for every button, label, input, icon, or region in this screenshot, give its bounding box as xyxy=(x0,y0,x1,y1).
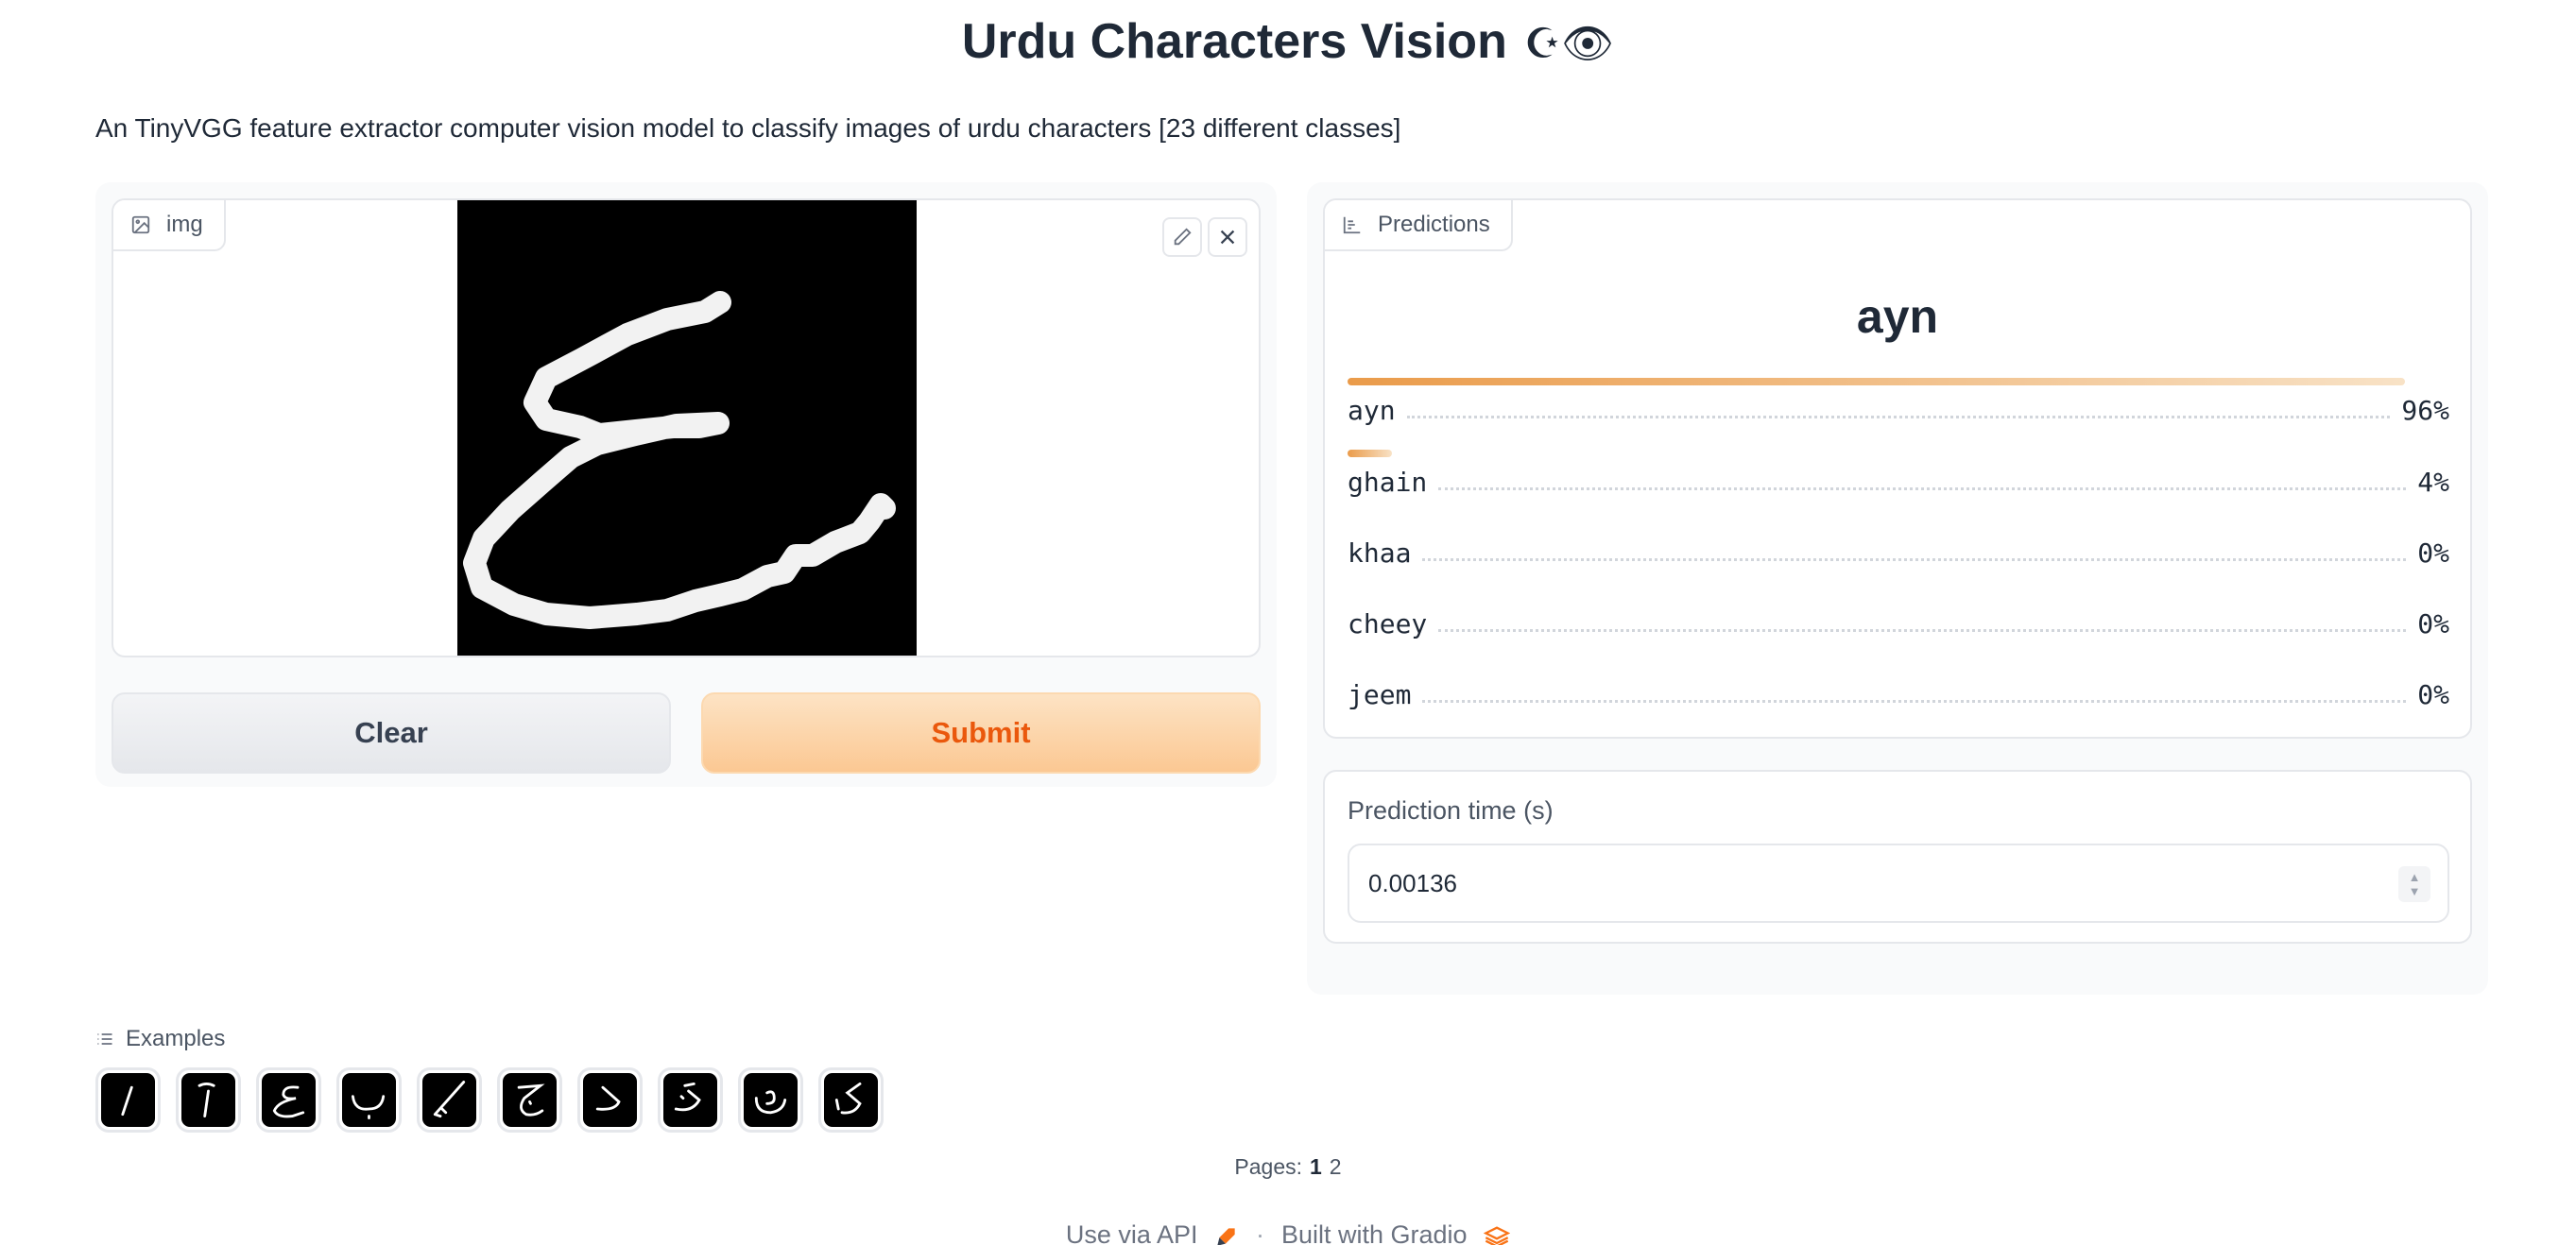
page-title: Urdu Characters Vision ☪👁 xyxy=(0,13,2576,70)
confidence-item: khaa 0% xyxy=(1348,520,2449,569)
confidence-value: 4% xyxy=(2417,467,2449,498)
page-description: An TinyVGG feature extractor computer vi… xyxy=(95,113,1401,143)
top-prediction: ayn xyxy=(1856,290,1939,343)
example-image xyxy=(834,1082,862,1115)
predictions-label-text: Predictions xyxy=(1378,212,1490,237)
confidence-value: 0% xyxy=(2417,679,2449,710)
submit-button[interactable]: Submit xyxy=(701,692,1261,774)
chevron-down-icon[interactable]: ▼ xyxy=(2409,884,2421,898)
dotted-leader xyxy=(1422,558,2407,561)
chevron-up-icon[interactable]: ▲ xyxy=(2409,870,2421,884)
examples-header: Examples xyxy=(95,1026,225,1052)
clear-button[interactable]: Clear xyxy=(112,692,671,774)
number-stepper[interactable]: ▲ ▼ xyxy=(2398,866,2430,902)
example-thumbnail[interactable] xyxy=(417,1067,482,1133)
pagination-label: Pages: xyxy=(1234,1154,1302,1179)
prediction-time-field[interactable]: 0.00136 ▲ ▼ xyxy=(1348,844,2449,923)
prediction-time-value: 0.00136 xyxy=(1368,868,1457,897)
example-thumbnail[interactable] xyxy=(256,1067,321,1133)
example-image xyxy=(754,1090,787,1115)
confidence-value: 0% xyxy=(2417,608,2449,640)
example-image xyxy=(351,1095,386,1119)
example-image xyxy=(197,1082,215,1118)
example-thumbnail[interactable] xyxy=(176,1067,241,1133)
confidence-item: cheey 0% xyxy=(1348,591,2449,640)
example-image xyxy=(121,1085,133,1117)
title-emoji-icon: ☪👁 xyxy=(1523,20,1615,68)
title-text: Urdu Characters Vision xyxy=(961,14,1507,69)
image-input-label: img xyxy=(113,200,226,251)
example-image xyxy=(674,1082,701,1112)
dotted-leader xyxy=(1422,700,2407,703)
prediction-time-label: Prediction time (s) xyxy=(1348,796,1554,825)
dotted-leader xyxy=(1438,629,2407,632)
confidence-value: 0% xyxy=(2417,537,2449,569)
example-image xyxy=(595,1085,621,1111)
edit-image-button[interactable] xyxy=(1162,217,1202,257)
example-thumbnail[interactable] xyxy=(738,1067,803,1133)
use-via-api-link[interactable]: Use via API xyxy=(1066,1220,1239,1245)
confidence-item: ghain 4% xyxy=(1348,450,2449,498)
confidence-bar xyxy=(1348,378,2406,385)
image-upload-area[interactable]: img xyxy=(112,198,1261,657)
list-icon xyxy=(97,1033,112,1045)
output-panel: Predictions ayn ayn 96% ghain 4% khaa 0%… xyxy=(1307,182,2488,995)
examples-gallery xyxy=(95,1067,884,1133)
confidence-label: jeem xyxy=(1348,679,1412,710)
dotted-leader xyxy=(1406,416,2391,418)
predictions-label: Predictions xyxy=(1325,200,1513,251)
footer-separator: · xyxy=(1255,1220,1264,1245)
handwritten-character-image xyxy=(457,200,917,656)
example-thumbnail[interactable] xyxy=(95,1067,161,1133)
confidence-value: 96% xyxy=(2401,395,2449,426)
pagination: Pages: 1 2 xyxy=(0,1154,2576,1180)
confidence-label: ghain xyxy=(1348,467,1428,498)
bar-chart-icon xyxy=(1343,216,1361,234)
confidence-label: ayn xyxy=(1348,395,1396,426)
uploaded-image xyxy=(457,200,917,656)
input-panel: img Clear Submit xyxy=(95,182,1277,787)
edit-icon xyxy=(1174,228,1192,246)
example-image xyxy=(517,1083,545,1117)
confidence-item: ayn 96% xyxy=(1348,378,2449,426)
confidence-label: cheey xyxy=(1348,608,1428,640)
predictions-block: Predictions ayn ayn 96% ghain 4% khaa 0%… xyxy=(1323,198,2472,739)
dotted-leader xyxy=(1438,487,2407,490)
built-with-gradio-link[interactable]: Built with Gradio xyxy=(1280,1220,1511,1245)
footer: Use via API · Built with Gradio xyxy=(0,1220,2576,1245)
gradio-logo-icon xyxy=(1483,1226,1511,1245)
page-link-current[interactable]: 1 xyxy=(1310,1154,1322,1179)
remove-image-button[interactable] xyxy=(1208,217,1247,257)
use-via-api-text: Use via API xyxy=(1065,1220,1198,1245)
rocket-icon xyxy=(1217,1228,1235,1245)
example-thumbnail[interactable] xyxy=(818,1067,884,1133)
prediction-time-block: Prediction time (s) 0.00136 ▲ ▼ xyxy=(1323,770,2472,944)
example-thumbnail[interactable] xyxy=(497,1067,562,1133)
image-icon xyxy=(131,215,150,234)
example-thumbnail[interactable] xyxy=(577,1067,643,1133)
confidence-label: khaa xyxy=(1348,537,1412,569)
example-image xyxy=(433,1081,466,1118)
example-thumbnail[interactable] xyxy=(336,1067,402,1133)
image-label-text: img xyxy=(166,212,203,237)
example-thumbnail[interactable] xyxy=(658,1067,723,1133)
example-image xyxy=(272,1085,305,1118)
page-link-next[interactable]: 2 xyxy=(1330,1154,1342,1179)
close-icon xyxy=(1220,230,1235,245)
confidence-item: jeem 0% xyxy=(1348,662,2449,710)
confidence-bar xyxy=(1348,450,1392,457)
examples-label-text: Examples xyxy=(126,1026,226,1051)
built-with-gradio-text: Built with Gradio xyxy=(1280,1220,1468,1245)
